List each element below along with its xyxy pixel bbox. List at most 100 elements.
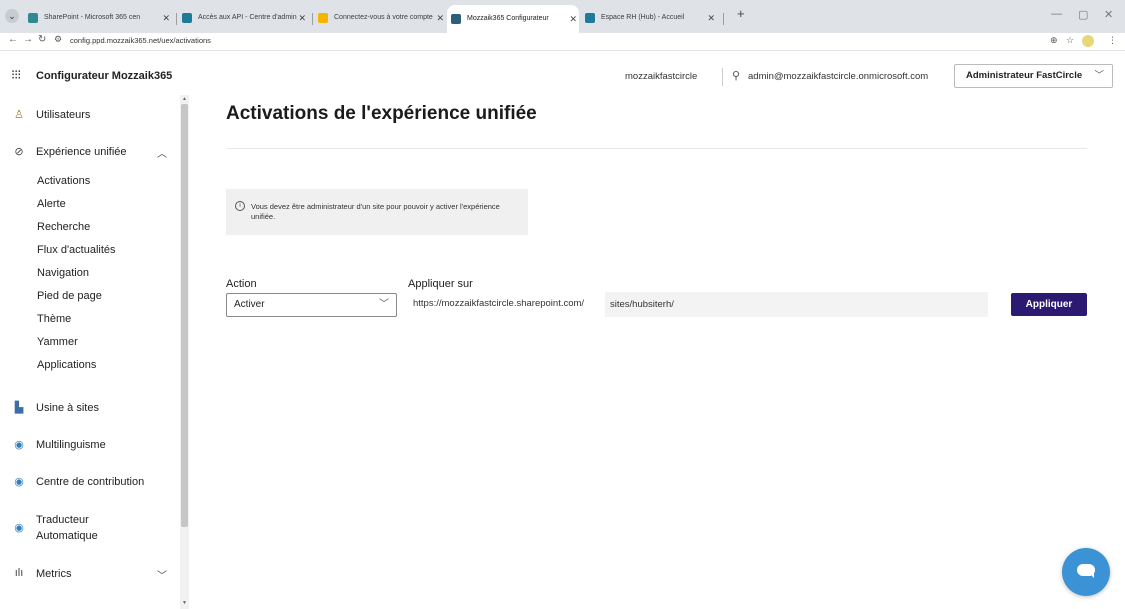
chevron-down-icon: ﹀ [379, 299, 389, 310]
back-icon[interactable]: ← [8, 34, 18, 45]
minimize-icon[interactable]: — [1051, 8, 1062, 20]
tenant-name: mozzaikfastcircle [625, 71, 698, 82]
site-factory-icon: ▙ [14, 402, 24, 414]
tab-separator [312, 13, 313, 25]
zoom-icon[interactable]: ⊕ [1050, 35, 1058, 46]
app-header: ⁝⁝⁝ Configurateur Mozzaik365 mozzaikfast… [0, 62, 1125, 90]
sidebar-scroll-thumb[interactable] [181, 104, 188, 527]
scroll-up-icon[interactable]: ▲ [182, 96, 187, 102]
profile-avatar[interactable] [1082, 35, 1094, 47]
browser-tab-active[interactable]: Mozzaik365 Configurateur ✕ [447, 5, 579, 33]
action-label: Action [226, 278, 257, 290]
sidebar-item-label: Multilinguisme [36, 439, 106, 451]
reload-icon[interactable]: ↻ [38, 34, 46, 45]
sidebar-item-metrics[interactable]: ılı Metrics ﹀ [0, 567, 178, 582]
tab-title: Accès aux API - Centre d'admin [198, 14, 297, 21]
browser-tab[interactable]: Accès aux API - Centre d'admin ✕ [178, 7, 308, 29]
admin-dropdown[interactable]: Administrateur FastCircle ﹀ [954, 64, 1113, 88]
sharepoint-favicon-icon [28, 13, 38, 23]
globe-icon: ◉ [14, 476, 24, 488]
apply-button[interactable]: Appliquer [1011, 293, 1087, 316]
sidebar-subitem-alerte[interactable]: Alerte [37, 198, 66, 210]
microsoft-favicon-icon [318, 13, 328, 23]
user-icon: ⚲ [732, 70, 741, 82]
tab-search-icon[interactable]: ⌄ [5, 9, 19, 23]
scroll-down-icon[interactable]: ▼ [182, 600, 187, 606]
admin-favicon-icon [182, 13, 192, 23]
site-path-input[interactable]: sites/hubsiterh/ [605, 292, 988, 317]
apply-on-label: Appliquer sur [408, 278, 473, 290]
info-icon: i [235, 201, 245, 211]
sidebar-item-traducteur-automatique[interactable]: ◉ Traducteur Automatique [0, 513, 178, 543]
sidebar-item-label: Metrics [36, 568, 72, 580]
title-divider [226, 148, 1087, 149]
chat-button[interactable] [1062, 548, 1110, 596]
globe-icon: ◉ [14, 439, 24, 451]
browser-tab[interactable]: Connectez-vous à votre compte ✕ [314, 7, 446, 29]
address-bar: ← → ↻ ⚙ config.ppd.mozzaik365.net/uex/ac… [0, 33, 1125, 51]
sidebar-subitem-theme[interactable]: Thème [37, 313, 71, 325]
close-tab-icon[interactable]: ✕ [707, 7, 715, 29]
forward-icon[interactable]: → [23, 34, 33, 45]
sidebar: ♙ Utilisateurs ⊘ Expérience unifiée ︿ Ac… [0, 95, 190, 609]
sidebar-subitem-applications[interactable]: Applications [37, 359, 96, 371]
user-email: admin@mozzaikfastcircle.onmicrosoft.com [748, 71, 929, 82]
sidebar-item-experience-unifiee[interactable]: ⊘ Expérience unifiée ︿ [0, 145, 178, 160]
sidebar-item-label-line1: Traducteur [36, 514, 89, 526]
sidebar-item-centre-de-contribution[interactable]: ◉ Centre de contribution [0, 475, 178, 489]
close-tab-icon[interactable]: ✕ [569, 5, 577, 33]
page-title: Activations de l'expérience unifiée [226, 103, 537, 124]
sidebar-subitem-flux[interactable]: Flux d'actualités [37, 244, 116, 256]
action-select[interactable]: Activer ﹀ [226, 293, 397, 317]
url-text: config.ppd.mozzaik365.net/uex/activation… [70, 36, 211, 45]
close-tab-icon[interactable]: ✕ [298, 7, 306, 29]
sidebar-subitem-activations[interactable]: Activations [37, 175, 90, 187]
sidebar-item-label: Utilisateurs [36, 109, 91, 121]
tab-title: Connectez-vous à votre compte [334, 14, 433, 21]
info-text: Vous devez être administrateur d'un site… [251, 202, 500, 221]
url-field[interactable]: ⚙ config.ppd.mozzaik365.net/uex/activati… [48, 34, 1058, 49]
users-icon: ♙ [14, 109, 24, 121]
sidebar-item-multilinguisme[interactable]: ◉ Multilinguisme [0, 438, 178, 452]
browser-tab[interactable]: Espace RH (Hub) - Accueil ✕ [581, 7, 717, 29]
admin-dropdown-label: Administrateur FastCircle [966, 70, 1083, 81]
browser-menu-icon[interactable]: ⋮ [1108, 35, 1117, 46]
tab-title: Mozzaik365 Configurateur [467, 15, 549, 22]
chat-bubble-tail [1089, 573, 1094, 578]
new-tab-button[interactable]: + [737, 6, 745, 21]
header-divider [722, 68, 723, 86]
sidebar-subitem-recherche[interactable]: Recherche [37, 221, 90, 233]
site-info-icon[interactable]: ⚙ [54, 34, 62, 45]
globe-icon: ◉ [14, 522, 24, 534]
bookmark-star-icon[interactable]: ☆ [1066, 35, 1074, 46]
tab-separator [723, 13, 724, 25]
tab-title: Espace RH (Hub) - Accueil [601, 14, 685, 21]
close-tab-icon[interactable]: ✕ [162, 7, 170, 29]
sidebar-item-utilisateurs[interactable]: ♙ Utilisateurs [0, 108, 178, 122]
tab-separator [176, 13, 177, 25]
chevron-down-icon[interactable]: ﹀ [157, 567, 167, 582]
chevron-down-icon: ﹀ [1094, 70, 1104, 81]
sidebar-subitem-yammer[interactable]: Yammer [37, 336, 78, 348]
restore-icon[interactable]: ▢ [1078, 8, 1088, 21]
browser-tab-bar: ⌄ SharePoint - Microsoft 365 cen ✕ Accès… [0, 0, 1125, 33]
close-window-icon[interactable]: ✕ [1104, 8, 1113, 21]
sidebar-item-label: Usine à sites [36, 402, 99, 414]
hub-favicon-icon [585, 13, 595, 23]
sidebar-item-label-line2: Automatique [36, 530, 98, 542]
chevron-up-icon[interactable]: ︿ [157, 145, 167, 160]
sidebar-item-usine-a-sites[interactable]: ▙ Usine à sites [0, 401, 178, 415]
site-url-prefix: https://mozzaikfastcircle.sharepoint.com… [413, 298, 585, 309]
close-tab-icon[interactable]: ✕ [436, 7, 444, 29]
bar-chart-icon: ılı [14, 567, 24, 579]
action-select-value: Activer [234, 299, 265, 310]
sidebar-item-label: Centre de contribution [36, 476, 145, 488]
browser-tab[interactable]: SharePoint - Microsoft 365 cen ✕ [24, 7, 172, 29]
sidebar-item-label: Expérience unifiée [36, 146, 127, 158]
sidebar-subitem-pied-de-page[interactable]: Pied de page [37, 290, 102, 302]
app-title: Configurateur Mozzaik365 [36, 70, 173, 82]
app-launcher-icon[interactable]: ⁝⁝⁝ [11, 67, 21, 83]
sidebar-subitem-navigation[interactable]: Navigation [37, 267, 89, 279]
mozzaik-favicon-icon [451, 14, 461, 24]
info-message: i Vous devez être administrateur d'un si… [226, 189, 528, 235]
